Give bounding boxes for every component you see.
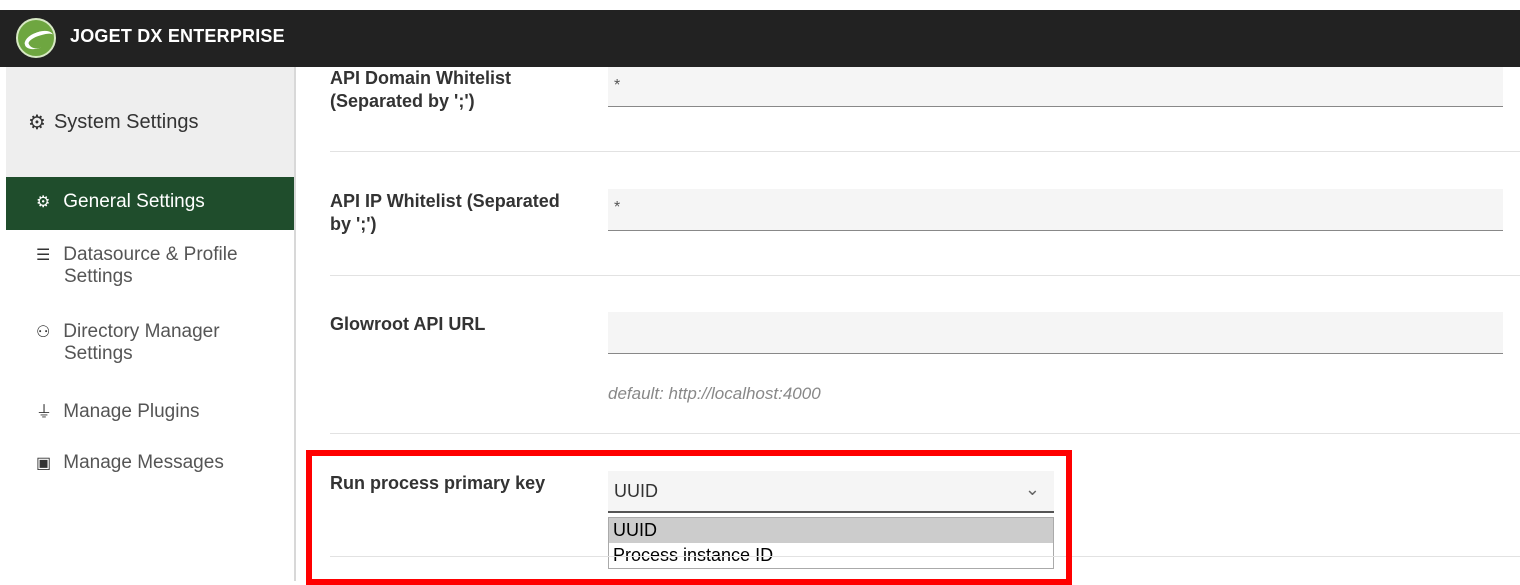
glowroot-api-url-label: Glowroot API URL	[330, 314, 486, 334]
plug-icon: ⏚	[36, 404, 53, 421]
glowroot-api-url-hint: default: http://localhost:4000	[608, 384, 821, 403]
gear-icon: ⚙	[36, 194, 51, 211]
sidebar-item-label-line2: Settings	[64, 343, 133, 364]
sidebar-header-title: System Settings	[53, 111, 199, 133]
joget-logo-icon[interactable]	[16, 18, 56, 58]
sidebar-item-datasource-settings[interactable]: ☰ Datasource & Profile Settings	[6, 244, 294, 288]
sidebar-item-manage-messages[interactable]: ▣ Manage Messages	[6, 452, 294, 474]
sidebar-item-label: Manage Messages	[63, 452, 224, 473]
glowroot-api-url-input[interactable]	[608, 312, 1503, 354]
sidebar-item-label: General Settings	[63, 191, 205, 212]
users-gear-icon: ⚇	[36, 324, 51, 341]
api-domain-whitelist-label: API Domain Whitelist (Separated by ';')	[330, 68, 512, 111]
sidebar-item-label: Datasource & Profile	[63, 244, 238, 265]
api-ip-whitelist-input[interactable]: *	[608, 189, 1503, 231]
api-domain-whitelist-input[interactable]: *	[608, 67, 1503, 107]
highlight-box	[306, 450, 1072, 585]
app-title[interactable]: JOGET DX ENTERPRISE	[70, 26, 285, 47]
sidebar-item-label: Manage Plugins	[63, 401, 200, 422]
sidebar-item-label-line2: Settings	[64, 266, 133, 287]
api-ip-whitelist-label: API IP Whitelist (Separated by ';')	[330, 191, 560, 234]
divider	[330, 275, 1520, 276]
divider	[330, 433, 1520, 434]
sidebar-item-manage-plugins[interactable]: ⏚ Manage Plugins	[6, 398, 294, 423]
database-icon: ☰	[36, 247, 51, 264]
divider	[330, 151, 1520, 152]
sidebar-item-directory-manager[interactable]: ⚇ Directory Manager Settings	[6, 321, 294, 365]
sidebar-header: ⚙ System Settings	[6, 67, 294, 177]
sidebar-item-general-settings[interactable]: ⚙ General Settings	[6, 177, 294, 230]
top-bar: JOGET DX ENTERPRISE	[0, 10, 1520, 67]
gears-icon: ⚙	[28, 112, 46, 134]
language-icon: ▣	[36, 455, 52, 472]
sidebar: ⚙ System Settings ⚙ General Settings ☰ D…	[6, 67, 296, 581]
sidebar-item-label: Directory Manager	[63, 321, 220, 342]
